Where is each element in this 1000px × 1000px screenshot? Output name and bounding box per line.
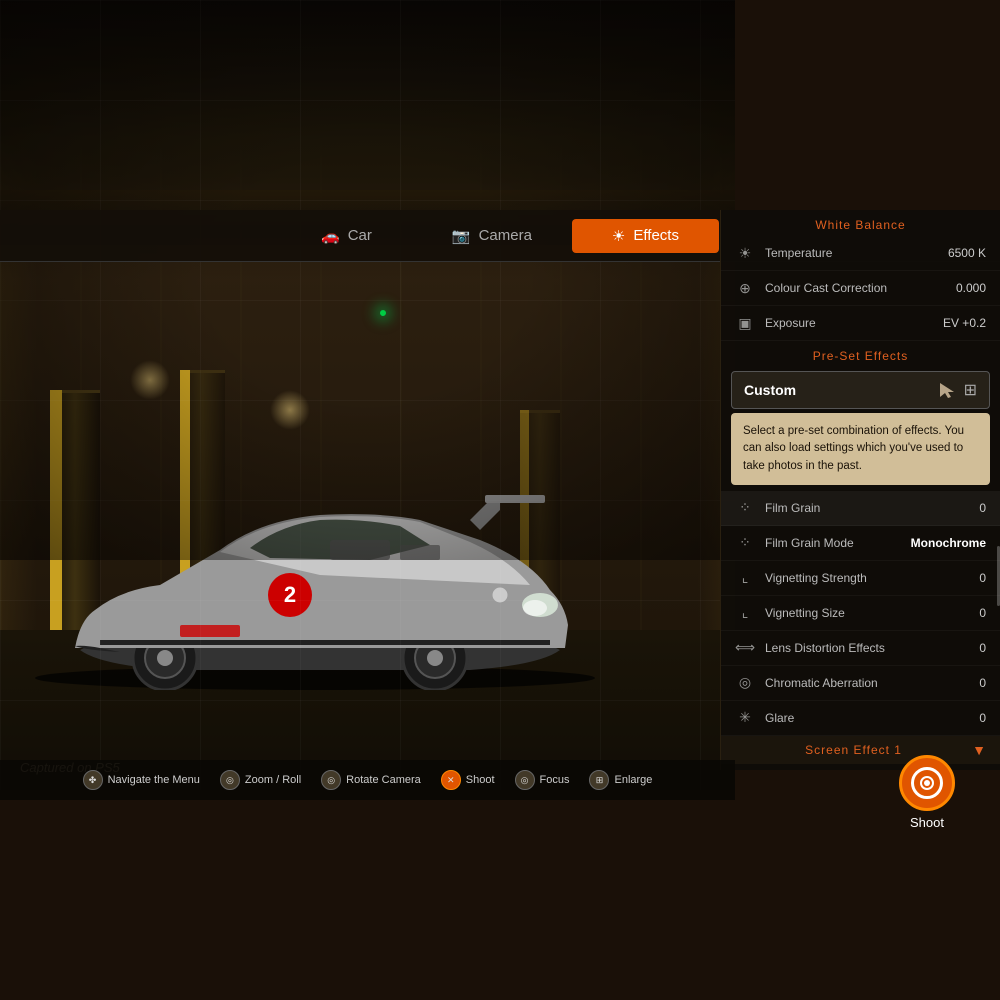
lens-distortion-icon: ⟺ (735, 638, 755, 658)
lens-distortion-value: 0 (979, 641, 986, 655)
nav-item-camera[interactable]: 📷 Camera (412, 219, 572, 253)
glare-label: Glare (765, 711, 979, 725)
traffic-light (380, 310, 386, 316)
camera-icon: 📷 (452, 227, 471, 245)
nav-label-car: Car (348, 227, 372, 244)
vignetting-size-row[interactable]: ⌞ Vignetting Size 0 (721, 596, 1000, 631)
preset-dropdown-value: Custom (744, 382, 938, 398)
film-grain-mode-icon: ⁘ (735, 533, 755, 553)
glare-row[interactable]: ✳ Glare 0 (721, 701, 1000, 736)
effects-settings: ⁘ Film Grain 0 ⁘ Film Grain Mode Monochr… (721, 491, 1000, 736)
preset-dropdown[interactable]: Custom ⊞ (731, 371, 990, 409)
shoot-ctrl-btn[interactable]: ✕ (441, 770, 461, 790)
right-panel: White Balance ☀ Temperature 6500 K ⊕ Col… (720, 210, 1000, 770)
car-icon: 🚗 (321, 227, 340, 245)
control-zoom: ◎ Zoom / Roll (220, 770, 301, 790)
lens-distortion-label: Lens Distortion Effects (765, 641, 979, 655)
vignetting-strength-icon: ⌞ (735, 568, 755, 588)
lens-distortion-row[interactable]: ⟺ Lens Distortion Effects 0 (721, 631, 1000, 666)
temperature-value: 6500 K (948, 246, 986, 260)
car-image: 2 (20, 430, 620, 690)
nav-item-effects[interactable]: ☀ Effects (572, 219, 719, 253)
temperature-label: Temperature (765, 246, 948, 260)
vignetting-strength-value: 0 (979, 571, 986, 585)
colour-cast-row: ⊕ Colour Cast Correction 0.000 (721, 271, 1000, 306)
nav-label-camera: Camera (479, 227, 532, 244)
rotate-label: Rotate Camera (346, 774, 421, 786)
white-balance-title: White Balance (721, 210, 1000, 236)
shoot-area: Shoot (899, 755, 955, 830)
exposure-value: EV +0.2 (943, 316, 986, 330)
screen-effect-collapse[interactable]: ▼ (972, 742, 986, 758)
control-navigate: ✤ Navigate the Menu (83, 770, 200, 790)
zoom-btn[interactable]: ◎ (220, 770, 240, 790)
chromatic-aberration-row[interactable]: ◎ Chromatic Aberration 0 (721, 666, 1000, 701)
nav-label-effects: Effects (633, 227, 679, 244)
temperature-icon: ☀ (735, 243, 755, 263)
vignetting-size-value: 0 (979, 606, 986, 620)
shoot-button[interactable] (899, 755, 955, 811)
chromatic-aberration-value: 0 (979, 676, 986, 690)
control-shoot: ✕ Shoot (441, 770, 495, 790)
nav-item-car[interactable]: 🚗 Car (281, 219, 412, 253)
colour-cast-icon: ⊕ (735, 278, 755, 298)
shoot-label: Shoot (910, 815, 944, 830)
preset-effects-title: Pre-Set Effects (721, 341, 1000, 367)
shoot-ctrl-label: Shoot (466, 774, 495, 786)
screen-effect-header: Screen Effect 1 ▼ (721, 736, 1000, 764)
tooltip-text: Select a pre-set combination of effects.… (743, 425, 964, 472)
control-focus: ◎ Focus (515, 770, 570, 790)
shoot-icon (911, 767, 943, 799)
effects-icon: ☀ (612, 227, 625, 245)
preset-tooltip: Select a pre-set combination of effects.… (731, 413, 990, 485)
film-grain-mode-label: Film Grain Mode (765, 536, 911, 550)
navigate-label: Navigate the Menu (108, 774, 200, 786)
mask-row[interactable]: □ Mask (721, 764, 1000, 770)
colour-cast-label: Colour Cast Correction (765, 281, 956, 295)
film-grain-label: Film Grain (765, 501, 979, 515)
film-grain-value: 0 (979, 501, 986, 515)
rotate-btn[interactable]: ◎ (321, 770, 341, 790)
dropdown-cursor (938, 381, 956, 399)
focus-label: Focus (540, 774, 570, 786)
exposure-label: Exposure (765, 316, 943, 330)
enlarge-btn[interactable]: ⊞ (589, 770, 609, 790)
scene-background: 2 (0, 0, 735, 790)
zoom-label: Zoom / Roll (245, 774, 301, 786)
control-rotate: ◎ Rotate Camera (321, 770, 421, 790)
vignetting-size-label: Vignetting Size (765, 606, 979, 620)
glare-value: 0 (979, 711, 986, 725)
vignetting-strength-label: Vignetting Strength (765, 571, 979, 585)
vignetting-strength-row[interactable]: ⌞ Vignetting Strength 0 (721, 561, 1000, 596)
vignetting-size-icon: ⌞ (735, 603, 755, 623)
grid-icon: ⊞ (964, 380, 977, 400)
navigate-btn[interactable]: ✤ (83, 770, 103, 790)
svg-text:2: 2 (284, 582, 296, 607)
focus-btn[interactable]: ◎ (515, 770, 535, 790)
control-enlarge: ⊞ Enlarge (589, 770, 652, 790)
bottom-controls-bar: ✤ Navigate the Menu ◎ Zoom / Roll ◎ Rota… (0, 760, 735, 800)
colour-cast-value: 0.000 (956, 281, 986, 295)
bottom-dark (0, 800, 1000, 1000)
film-grain-mode-row[interactable]: ⁘ Film Grain Mode Monochrome (721, 526, 1000, 561)
glare-icon: ✳ (735, 708, 755, 728)
enlarge-label: Enlarge (614, 774, 652, 786)
chromatic-aberration-icon: ◎ (735, 673, 755, 693)
exposure-row: ▣ Exposure EV +0.2 (721, 306, 1000, 341)
film-grain-row[interactable]: ⁘ Film Grain 0 (721, 491, 1000, 526)
game-area: 2 L1 🚗 Car 📷 Camera ☀ Effects R1 White B… (0, 0, 1000, 1000)
chromatic-aberration-label: Chromatic Aberration (765, 676, 979, 690)
temperature-row: ☀ Temperature 6500 K (721, 236, 1000, 271)
film-grain-icon: ⁘ (735, 498, 755, 518)
exposure-icon: ▣ (735, 313, 755, 333)
film-grain-mode-value: Monochrome (911, 536, 986, 550)
